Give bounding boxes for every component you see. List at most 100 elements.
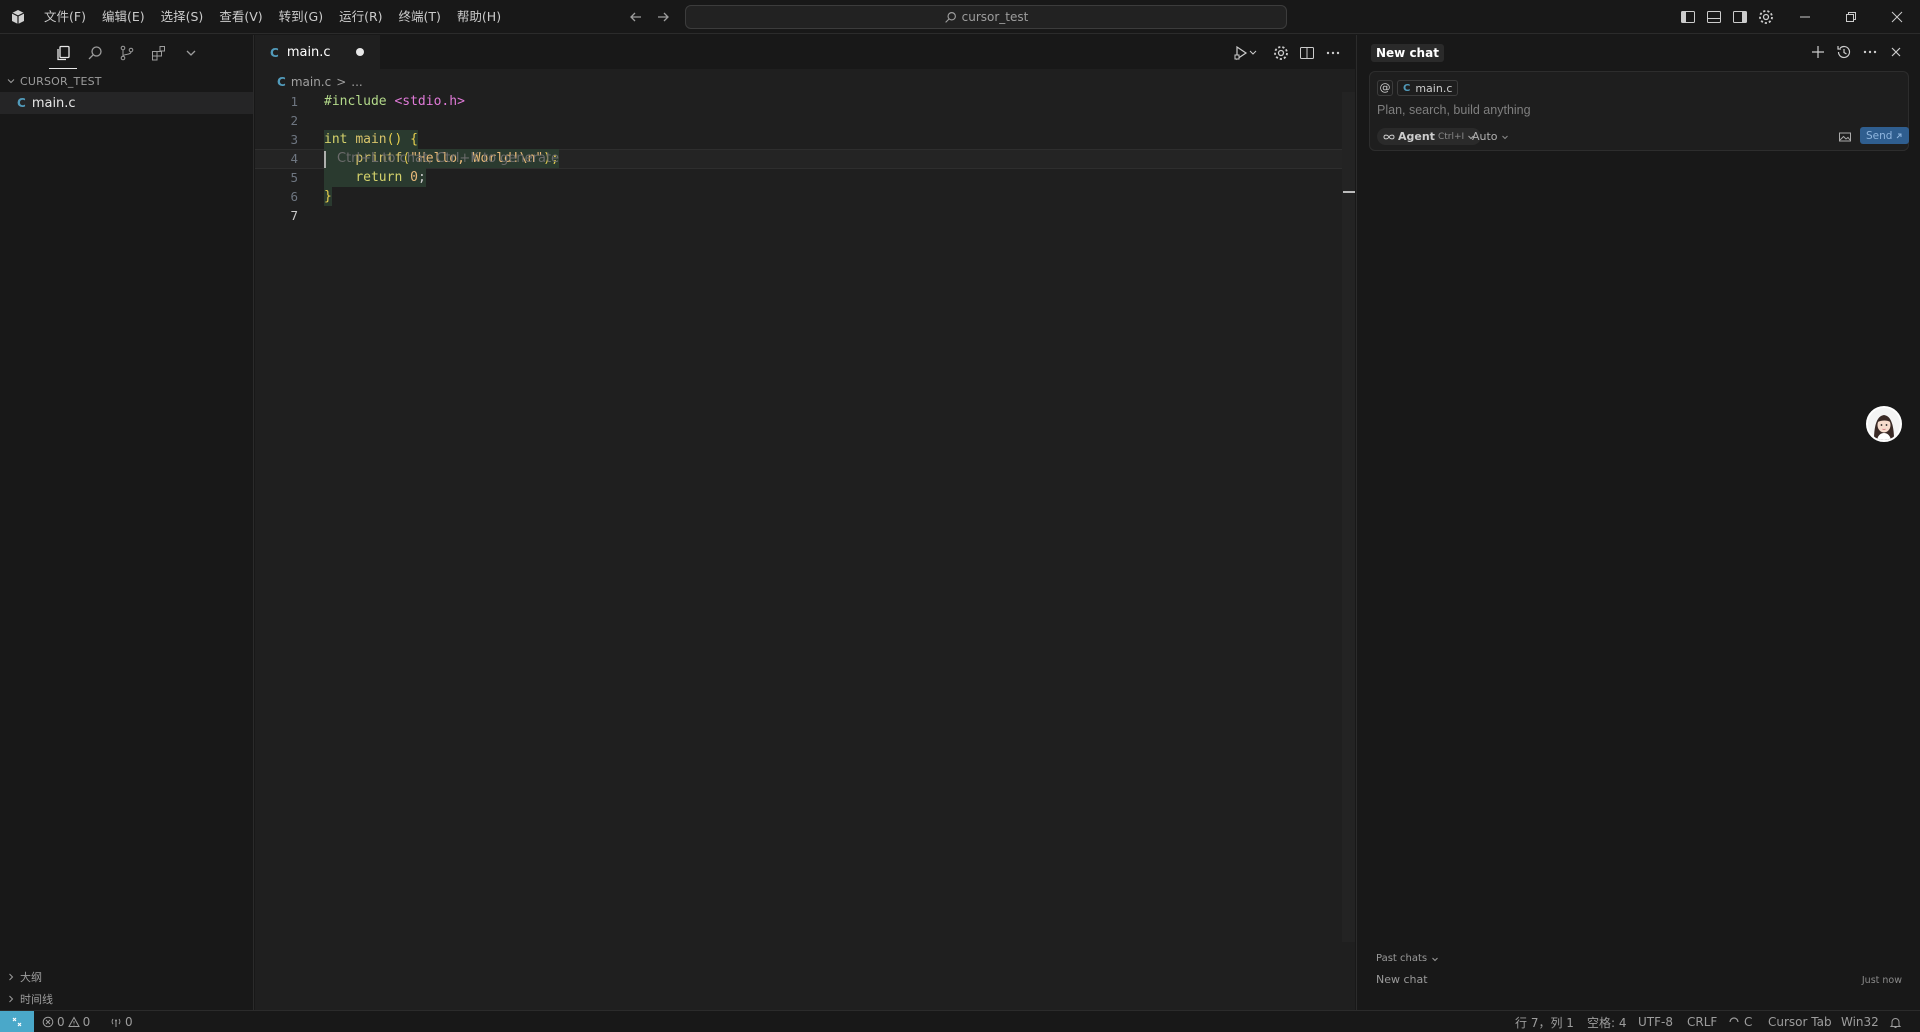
- code-token: {: [410, 132, 418, 147]
- gear-icon[interactable]: [1757, 8, 1775, 26]
- remote-icon: [11, 1016, 23, 1028]
- code-token: return: [355, 170, 403, 185]
- outline-section[interactable]: 大纲: [6, 968, 42, 986]
- menu-view[interactable]: 查看(V): [211, 6, 270, 28]
- line-number: 5: [290, 170, 298, 185]
- cursor-position[interactable]: 行 7，列 1: [1515, 1011, 1574, 1032]
- menu-file[interactable]: 文件(F): [36, 6, 94, 28]
- arrow-right-icon[interactable]: [655, 9, 671, 25]
- inline-hint: Ctrl+L to chat, Ctrl+K to generate: [337, 151, 560, 166]
- command-center-search[interactable]: cursor_test: [685, 5, 1287, 29]
- indentation[interactable]: 空格: 4: [1587, 1011, 1627, 1032]
- warning-count: 0: [82, 1015, 91, 1029]
- line-content: #include <stdio.h>: [324, 92, 465, 111]
- more-icon[interactable]: [1861, 43, 1879, 61]
- remote-indicator[interactable]: [0, 1011, 34, 1032]
- error-icon: [42, 1016, 54, 1028]
- chevron-right-icon: [6, 994, 16, 1004]
- line-number: 2: [290, 113, 298, 128]
- code-token: main: [355, 132, 387, 147]
- close-icon[interactable]: [1874, 0, 1920, 34]
- add-context-button[interactable]: @: [1377, 80, 1393, 96]
- editor-area: C main.c C main.c > ... 1 #include <stdi…: [255, 35, 1355, 1010]
- past-chats-toggle[interactable]: Past chats: [1376, 953, 1439, 964]
- line-content: }: [324, 187, 332, 206]
- minimize-icon[interactable]: [1782, 0, 1828, 34]
- menu-go[interactable]: 转到(G): [271, 6, 331, 28]
- scrollbar[interactable]: [1342, 92, 1355, 942]
- error-count: 0: [57, 1015, 65, 1029]
- menu-edit[interactable]: 编辑(E): [94, 6, 153, 28]
- chevron-down-icon: [1501, 133, 1509, 141]
- breadcrumb-file[interactable]: main.c: [291, 75, 331, 89]
- chat-composer: @ C main.c Agent Ctrl+I Auto Send: [1369, 71, 1910, 151]
- line-ending[interactable]: CRLF: [1687, 1011, 1717, 1032]
- c-file-icon: C: [270, 45, 279, 60]
- plus-icon[interactable]: [1809, 43, 1827, 61]
- code-token: int: [324, 132, 348, 147]
- past-chat-item[interactable]: New chat: [1376, 973, 1428, 986]
- toggle-primary-sidebar-icon[interactable]: [1679, 8, 1697, 26]
- bell-icon[interactable]: [1889, 1011, 1902, 1032]
- chat-panel: New chat @ C main.c Agent Ctrl+I Auto: [1356, 35, 1920, 1010]
- explorer-folder-header[interactable]: CURSOR_TEST: [6, 73, 102, 89]
- warning-icon: [67, 1016, 80, 1028]
- search-icon[interactable]: [86, 44, 104, 62]
- arrow-left-icon[interactable]: [628, 9, 644, 25]
- model-selector[interactable]: Auto: [1472, 128, 1509, 145]
- ports-indicator[interactable]: 0: [110, 1011, 133, 1032]
- antenna-icon: [110, 1016, 122, 1028]
- avatar[interactable]: [1866, 406, 1902, 442]
- run-debug-icon[interactable]: [1232, 44, 1258, 62]
- code-token: <stdio.h>: [394, 94, 465, 109]
- c-file-icon: C: [277, 75, 286, 89]
- language-mode[interactable]: C: [1728, 1011, 1752, 1032]
- context-file-chip[interactable]: C main.c: [1397, 80, 1459, 96]
- platform[interactable]: Win32: [1841, 1011, 1879, 1032]
- close-icon[interactable]: [1887, 43, 1905, 61]
- extensions-icon[interactable]: [150, 44, 168, 62]
- problems-indicator[interactable]: 0 0: [42, 1011, 90, 1032]
- split-editor-icon[interactable]: [1298, 44, 1316, 62]
- encoding[interactable]: UTF-8: [1638, 1011, 1673, 1032]
- code-token: #include: [324, 94, 387, 109]
- source-control-icon[interactable]: [118, 44, 136, 62]
- search-icon: [944, 11, 957, 24]
- file-item-main-c[interactable]: C main.c: [0, 92, 253, 114]
- more-icon[interactable]: [1324, 44, 1342, 62]
- image-icon[interactable]: [1838, 130, 1852, 144]
- chat-input[interactable]: [1377, 100, 1897, 120]
- breadcrumb-separator: >: [336, 75, 347, 89]
- chevron-down-icon[interactable]: [182, 44, 200, 62]
- breadcrumb: C main.c > ...: [277, 72, 363, 92]
- code-line: 1 #include <stdio.h>: [255, 92, 1355, 111]
- timeline-section[interactable]: 时间线: [6, 990, 53, 1008]
- menu-selection[interactable]: 选择(S): [153, 6, 212, 28]
- menu-help[interactable]: 帮助(H): [449, 6, 509, 28]
- gear-icon[interactable]: [1272, 44, 1290, 62]
- history-icon[interactable]: [1835, 43, 1853, 61]
- send-button[interactable]: Send: [1860, 127, 1910, 144]
- restore-icon[interactable]: [1828, 0, 1874, 34]
- cursor-tab-status[interactable]: Cursor Tab: [1768, 1011, 1832, 1032]
- tab-main-c[interactable]: C main.c: [255, 35, 380, 70]
- breadcrumb-symbol[interactable]: ...: [351, 75, 362, 89]
- title-bar: 文件(F) 编辑(E) 选择(S) 查看(V) 转到(G) 运行(R) 终端(T…: [0, 0, 1920, 34]
- toggle-secondary-sidebar-icon[interactable]: [1731, 8, 1749, 26]
- chat-tab-title[interactable]: New chat: [1371, 44, 1444, 62]
- language-label: C: [1744, 1015, 1753, 1029]
- menu-run[interactable]: 运行(R): [331, 6, 390, 28]
- menu-bar: 文件(F) 编辑(E) 选择(S) 查看(V) 转到(G) 运行(R) 终端(T…: [36, 0, 509, 34]
- spinner-icon: [1728, 1016, 1740, 1028]
- menu-terminal[interactable]: 终端(T): [391, 6, 449, 28]
- agent-mode-selector[interactable]: Agent Ctrl+I: [1377, 128, 1482, 145]
- line-content: return 0;: [324, 168, 426, 187]
- line-number: 1: [290, 94, 298, 109]
- chevron-down-icon: [6, 76, 16, 86]
- infinity-icon: [1383, 133, 1395, 141]
- toggle-panel-icon[interactable]: [1705, 8, 1723, 26]
- code-token: (): [386, 132, 403, 147]
- unsaved-dot-icon[interactable]: [356, 48, 364, 56]
- context-file-name: main.c: [1415, 81, 1453, 95]
- explorer-icon[interactable]: [49, 44, 77, 69]
